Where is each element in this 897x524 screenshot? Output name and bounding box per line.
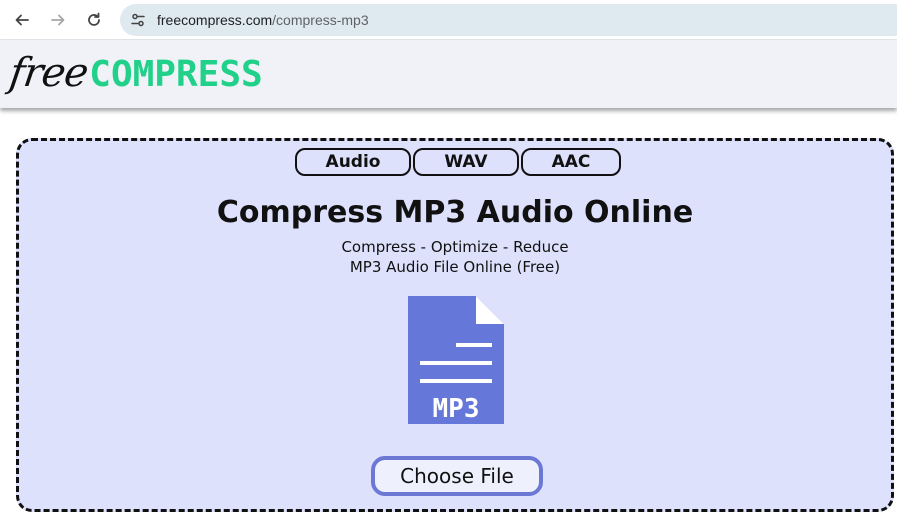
reload-icon bbox=[88, 12, 100, 26]
page-title: Compress MP3 Audio Online bbox=[216, 195, 694, 230]
browser-toolbar: freecompress.com/compress-mp3 bbox=[0, 0, 897, 40]
tab-aac[interactable]: AAC bbox=[521, 148, 621, 176]
mp3-label: MP3 bbox=[433, 394, 480, 424]
tab-audio[interactable]: Audio bbox=[295, 148, 411, 176]
logo-free-text: free bbox=[6, 50, 91, 96]
reload-button[interactable] bbox=[80, 6, 108, 34]
site-logo[interactable]: free COMPRESS bbox=[6, 50, 263, 100]
page-subtitle: Compress - Optimize - Reduce MP3 Audio F… bbox=[19, 237, 891, 277]
url-host: freecompress.com bbox=[157, 12, 273, 28]
arrow-left-icon bbox=[15, 14, 29, 26]
forward-button[interactable] bbox=[44, 6, 72, 34]
tab-wav[interactable]: WAV bbox=[413, 148, 519, 176]
site-header: free COMPRESS bbox=[0, 40, 897, 108]
upload-card: Audio WAV AAC Compress MP3 Audio Online … bbox=[16, 138, 894, 512]
back-button[interactable] bbox=[8, 6, 36, 34]
mp3-file-icon: MP3 bbox=[408, 296, 504, 424]
site-info-button[interactable] bbox=[128, 10, 148, 30]
address-bar[interactable]: freecompress.com/compress-mp3 bbox=[120, 4, 897, 36]
arrow-right-icon bbox=[51, 14, 65, 26]
url-text[interactable]: freecompress.com/compress-mp3 bbox=[157, 12, 369, 28]
tune-icon bbox=[131, 13, 145, 27]
subtitle-line-1: Compress - Optimize - Reduce bbox=[341, 238, 569, 256]
subtitle-line-2: MP3 Audio File Online (Free) bbox=[349, 258, 561, 276]
choose-file-button[interactable]: Choose File bbox=[371, 456, 543, 496]
url-path: /compress-mp3 bbox=[272, 12, 369, 28]
format-tabs: Audio WAV AAC bbox=[295, 148, 621, 176]
logo-compress-text: COMPRESS bbox=[89, 54, 263, 95]
